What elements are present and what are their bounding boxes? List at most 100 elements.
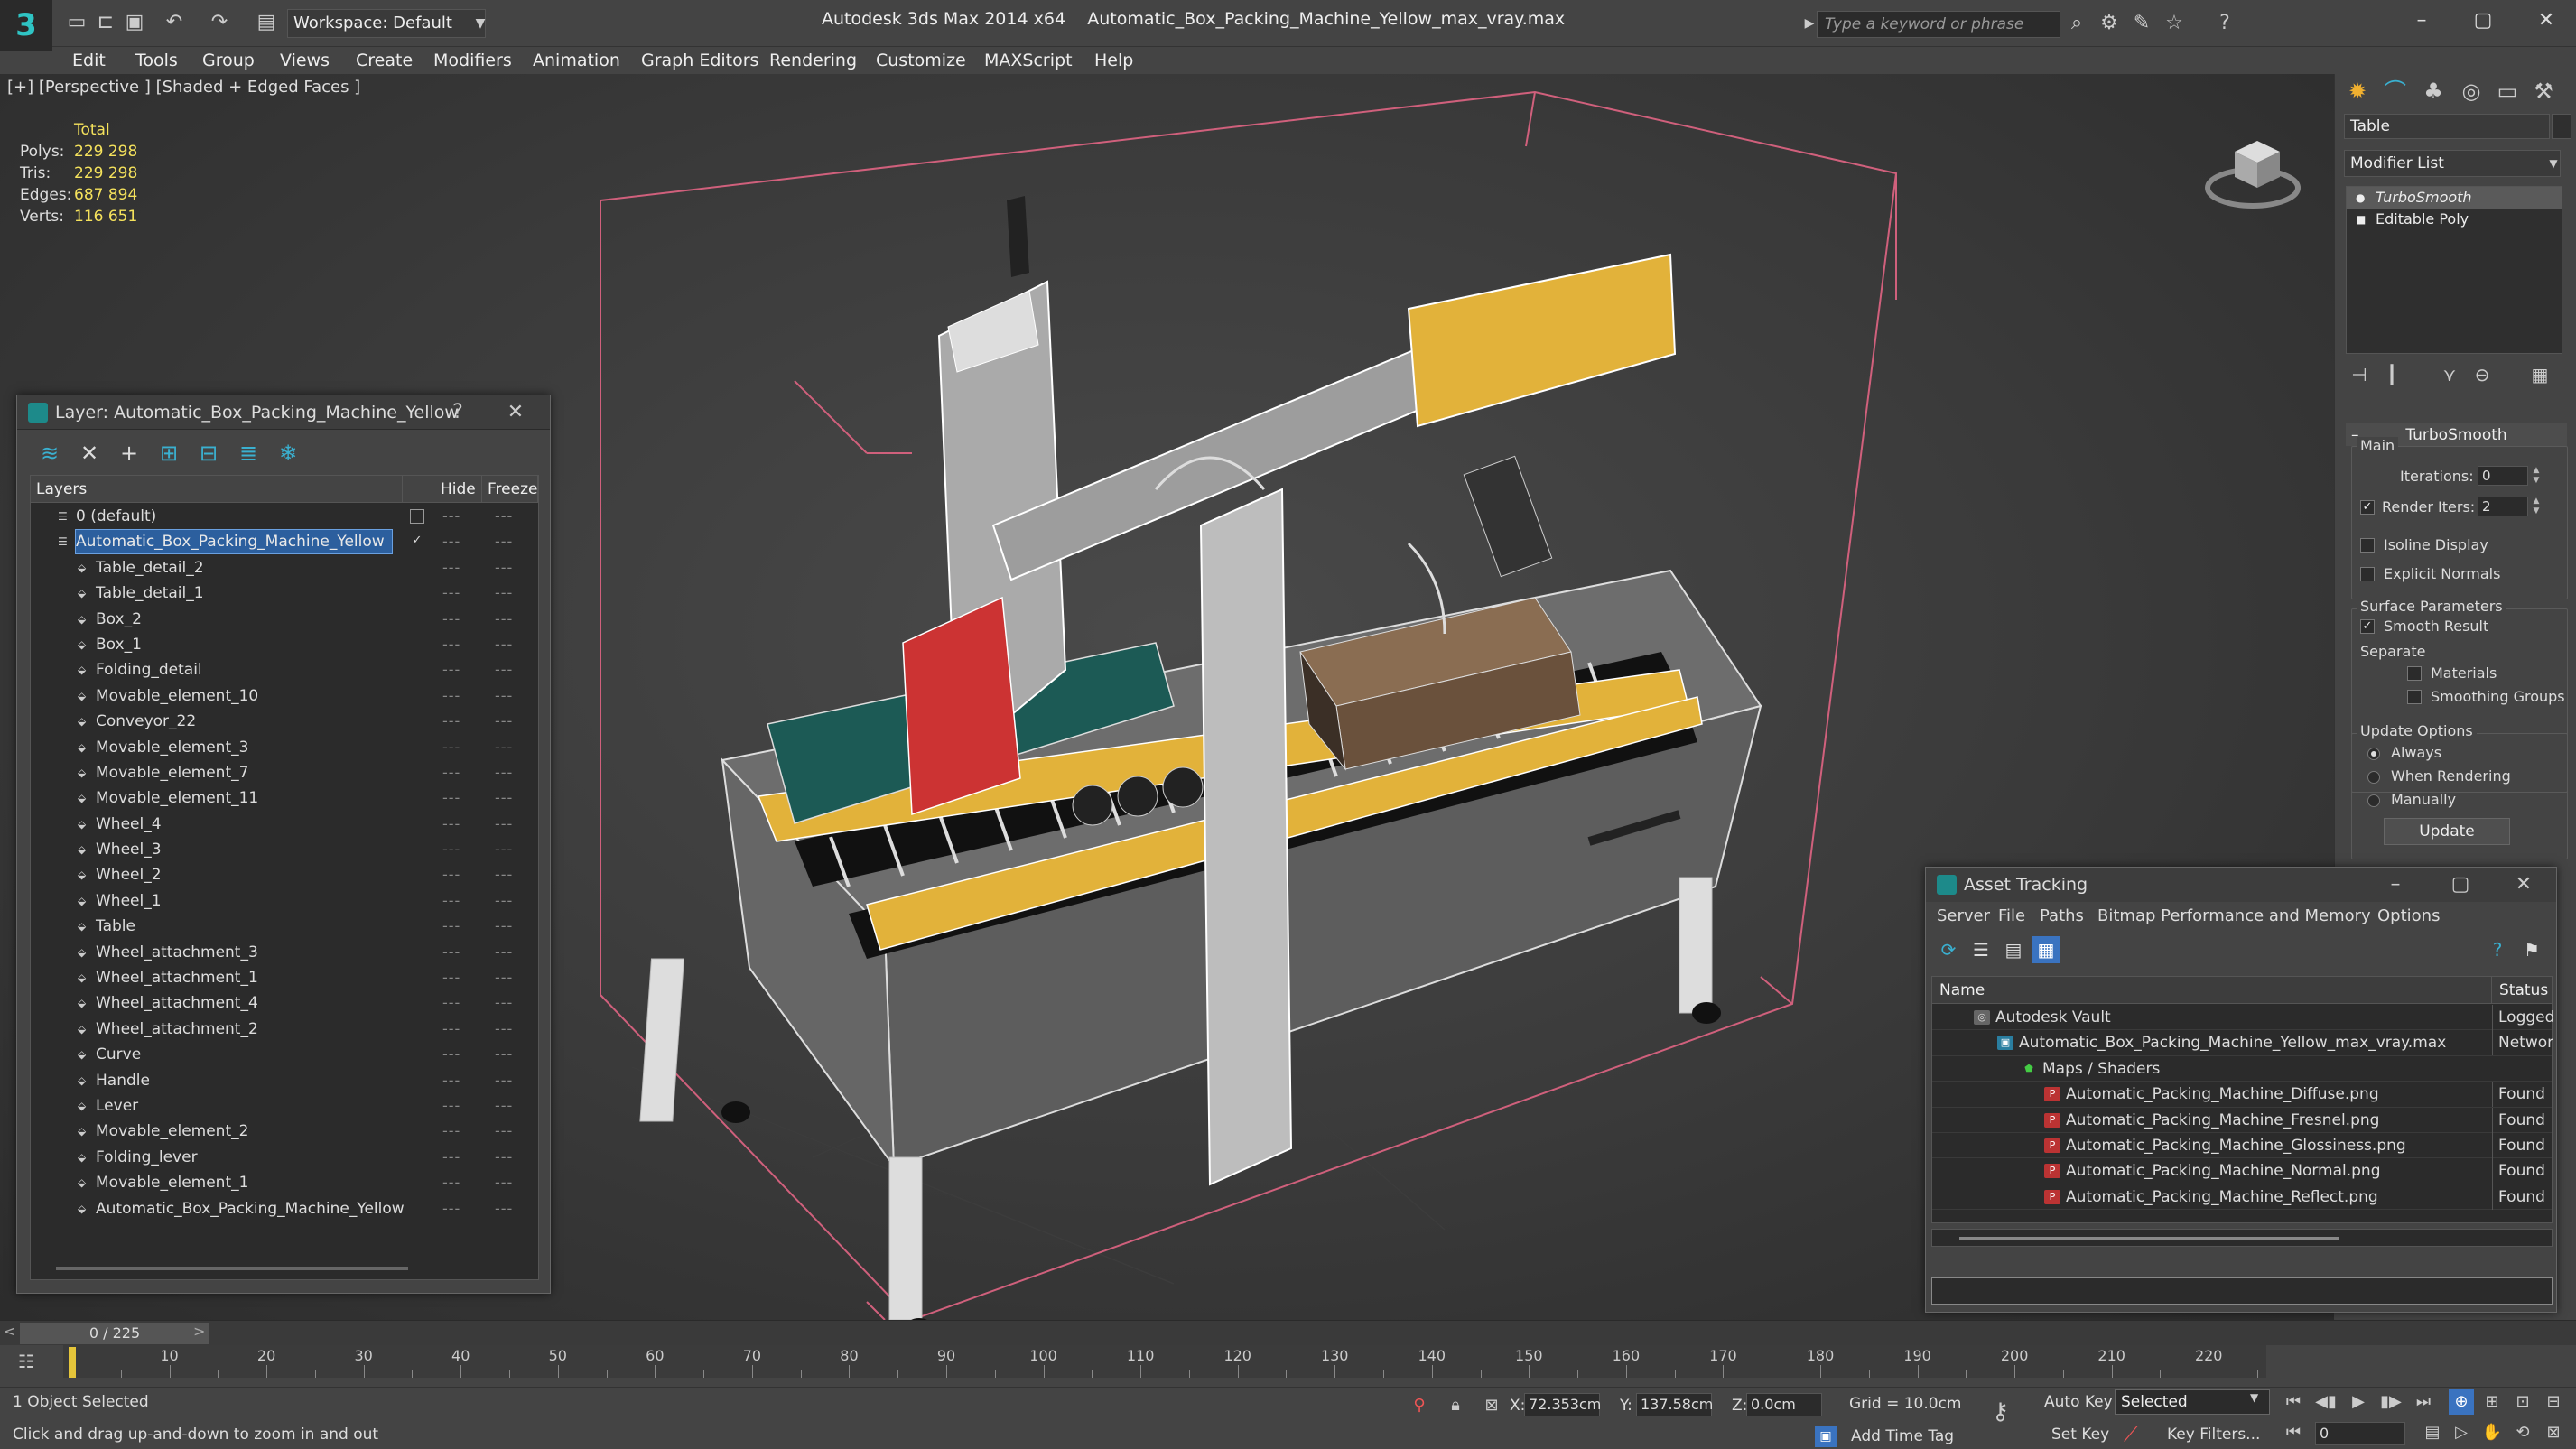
object-row[interactable]: ⬙ Wheel_4 --- --- [31,812,538,837]
when-rendering-radio[interactable] [2367,771,2380,784]
undo-icon[interactable]: ↶ [163,11,186,34]
add-to-layer-icon[interactable]: + [113,437,145,469]
hide-toggle[interactable]: --- [442,1196,460,1221]
viewcube-icon[interactable] [2203,116,2302,215]
lightbulb-icon[interactable]: ● [2356,191,2368,204]
manually-radio[interactable] [2367,794,2380,807]
hide-toggle[interactable]: --- [442,1017,460,1042]
modifier-list-dropdown[interactable]: Modifier List [2344,150,2561,177]
object-color-swatch[interactable] [2552,114,2571,139]
asset-row[interactable]: ▣ Automatic_Box_Packing_Machine_Yellow_ma… [1932,1030,2553,1056]
freeze-toggle[interactable]: --- [495,1119,513,1144]
freeze-toggle[interactable]: --- [495,1170,513,1195]
object-name-field[interactable]: Table [2344,114,2550,139]
object-row[interactable]: ⬙ Movable_element_1 --- --- [31,1170,538,1195]
maximize-viewport-icon[interactable]: ⊠ [2541,1420,2566,1445]
object-row[interactable]: ⬙ Conveyor_22 --- --- [31,709,538,734]
go-to-end-icon[interactable]: ⏭ [2411,1389,2436,1415]
create-tab-icon[interactable]: ✹ [2342,76,2373,107]
scrollbar-thumb[interactable] [1959,1237,2339,1240]
pin-stack-icon[interactable]: ⊣ [2346,361,2373,388]
current-layer-checkmark-icon[interactable]: ✓ [410,534,424,549]
zoom-extents-icon[interactable]: ⊡ [2510,1389,2535,1415]
menu-maxscript[interactable]: MAXScript [984,47,1073,74]
menu-group[interactable]: Group [202,47,255,74]
asset-row[interactable]: P Automatic_Packing_Machine_Glossiness.pn… [1932,1132,2552,1159]
spinner-arrows-icon[interactable]: ▲ ▼ [2530,466,2543,486]
lock-selection-icon[interactable]: 🔒︎ [1445,1395,1466,1416]
update-button[interactable]: Update [2384,818,2510,845]
object-row[interactable]: ⬙ Table --- --- [31,914,538,939]
go-to-start-icon[interactable]: ⏮ [2281,1389,2306,1415]
set-key-filter-icon[interactable]: ⟋ [2124,1424,2137,1446]
time-slider[interactable]: 0 / 225 [20,1323,209,1344]
object-row[interactable]: ⬙ Folding_lever --- --- [31,1145,538,1170]
chevron-down-icon[interactable]: ▼ [470,9,491,38]
freeze-toggle[interactable]: --- [495,607,513,632]
project-folder-icon[interactable]: ▤ [255,11,278,34]
hide-toggle[interactable]: --- [442,657,460,683]
isoline-display-checkbox[interactable] [2360,538,2375,553]
explicit-normals-checkbox[interactable] [2360,567,2375,581]
hide-toggle[interactable]: --- [442,940,460,965]
freeze-toggle[interactable]: --- [495,1196,513,1221]
chevron-down-icon[interactable]: ▼ [2543,150,2564,177]
hide-toggle[interactable]: --- [442,1170,460,1195]
freeze-toggle[interactable]: --- [495,940,513,965]
freeze-toggle[interactable]: --- [495,581,513,606]
hide-toggle[interactable]: --- [442,581,460,606]
column-hide[interactable]: Hide [435,476,482,503]
object-row[interactable]: ⬙ Folding_detail --- --- [31,657,538,683]
asset-row[interactable]: ◎ Autodesk Vault Logged [1932,1005,2553,1031]
remove-modifier-icon[interactable]: ⊖ [2469,361,2496,388]
hide-toggle[interactable]: --- [442,1068,460,1093]
hide-toggle[interactable]: --- [442,1119,460,1144]
list-view-icon[interactable]: ☰ [1967,936,1995,963]
asset-row[interactable]: P Automatic_Packing_Machine_Fresnel.png Fo… [1932,1107,2552,1133]
menu-views[interactable]: Views [280,47,330,74]
refresh-icon[interactable]: ⟳ [1935,936,1962,963]
menu-rendering[interactable]: Rendering [769,47,857,74]
zoom-icon[interactable]: ⊕ [2449,1389,2474,1415]
freeze-toggle[interactable]: --- [495,683,513,709]
object-row[interactable]: ⬙ Wheel_attachment_4 --- --- [31,990,538,1016]
menu-modifiers[interactable]: Modifiers [433,47,512,74]
motion-tab-icon[interactable]: ◎ [2456,76,2487,107]
add-time-tag[interactable]: Add Time Tag [1851,1427,1954,1445]
hide-toggle[interactable]: --- [442,607,460,632]
menu-customize[interactable]: Customize [876,47,966,74]
asset-menu-bitmap-performance[interactable]: Bitmap Performance and Memory [2097,902,2371,931]
object-row[interactable]: ⬙ Box_1 --- --- [31,632,538,657]
column-name[interactable]: Name [1932,977,2492,1004]
column-freeze[interactable]: Freeze [482,476,538,503]
freeze-toggle[interactable]: --- [495,862,513,887]
object-row[interactable]: ⬙ Handle --- --- [31,1068,538,1093]
object-row[interactable]: ⬙ Wheel_attachment_3 --- --- [31,940,538,965]
hide-toggle[interactable]: --- [442,965,460,990]
create-layer-icon[interactable]: ≋ [33,437,66,469]
object-row[interactable]: ⬙ Table_detail_2 --- --- [31,555,538,581]
freeze-toggle[interactable]: --- [495,760,513,785]
menu-edit[interactable]: Edit [72,47,106,74]
zoom-extents-all-icon[interactable]: ⊟ [2541,1389,2566,1415]
freeze-toggle[interactable]: --- [495,1017,513,1042]
modify-tab-icon[interactable]: ⌒ [2380,76,2411,107]
key-mode-toggle-icon[interactable]: ⏮ [2281,1420,2306,1445]
freeze-toggle[interactable]: --- [495,990,513,1016]
freeze-toggle[interactable]: --- [495,1042,513,1067]
column-layers[interactable]: Layers [31,476,403,503]
freeze-all-icon[interactable]: ❄ [272,437,304,469]
object-row[interactable]: ⬙ Automatic_Box_Packing_Machine_Yellow ---… [31,1196,538,1221]
current-frame-marker[interactable] [69,1347,76,1378]
object-row[interactable]: ⬙ Wheel_1 --- --- [31,888,538,914]
object-row[interactable]: ⬙ Curve --- --- [31,1042,538,1067]
grid-view-icon[interactable]: ▦ [2032,936,2060,963]
close-icon[interactable]: ✕ [501,399,530,426]
current-layer-checkbox[interactable] [410,509,424,524]
z-coordinate-field[interactable]: 0.0cm [1746,1393,1822,1416]
workspace-dropdown[interactable]: Workspace: Default [287,9,486,38]
stack-item-editable-poly[interactable]: ■ Editable Poly [2347,209,2562,230]
absolute-mode-icon[interactable]: ⊠ [1481,1395,1502,1416]
asset-row[interactable]: ⬟ Maps / Shaders [1932,1056,2552,1082]
always-radio[interactable] [2367,748,2380,760]
